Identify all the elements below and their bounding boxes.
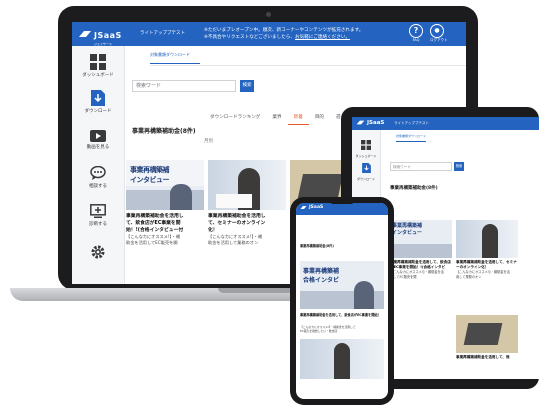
- logo-icon: [79, 31, 91, 37]
- card-tags: 【こんなカにオススメ!】・補助金を活 用して業務のオン: [456, 270, 510, 279]
- tablet-content-card[interactable]: 事業再構築補 インタビュー 事業再構築補助金を活用して、飲食店 がEC事業を開始…: [390, 220, 452, 279]
- tablet-breadcrumb[interactable]: 対象書類ダウンロード: [396, 134, 427, 142]
- content-card[interactable]: 事業再構築補 インタビュー 事業再構築補助金を活用し て、飲食店がEC事業を開 …: [126, 160, 204, 246]
- tab-industry[interactable]: 業界: [266, 114, 287, 125]
- tablet-search-input[interactable]: 検索ワード: [390, 162, 452, 171]
- chat-icon: [90, 166, 106, 180]
- monitor-icon: [90, 204, 106, 218]
- card-title: 事業再構築補助金を活用し て、セミナーのオンライン 化！: [208, 214, 266, 233]
- notice-line-1: ※ただいまプレオープン中。順次、新コーナーやコンテンツが拡充されます。: [204, 28, 364, 33]
- sidebar-item-settings[interactable]: [72, 244, 124, 260]
- phone-card-thumbnail-2[interactable]: [300, 339, 384, 379]
- tab-purpose[interactable]: 目的: [309, 114, 330, 125]
- sidebar-item-diagnose[interactable]: 診断する: [72, 204, 124, 227]
- app-name: ライトアッププテスト: [140, 31, 185, 36]
- grid-icon: [90, 54, 106, 70]
- search-button[interactable]: 検索: [240, 80, 254, 92]
- tablet-content-card[interactable]: 事業再構築補助金を活用して、セミナ ーのオンライン化！ 【こんなカにオススメ!】…: [456, 220, 518, 279]
- thumbnail-subheading: 合格インタビ: [303, 277, 340, 284]
- faq-label: FAQ: [412, 38, 420, 42]
- phone-top-bar: JSaaS: [296, 203, 388, 215]
- section-title: 事業再構築補助金(8件): [132, 128, 196, 135]
- logo-icon: [356, 120, 365, 125]
- gear-icon: [91, 245, 105, 259]
- sidebar: ダッシュボード ダウンロード 動画を見る 相談する 診断する: [72, 46, 125, 284]
- notice-banner: ※ただいまプレオープン中。順次、新コーナーやコンテンツが拡充されます。 ※不具合…: [204, 27, 404, 41]
- card-thumbnail: [208, 160, 286, 210]
- phone-screen: JSaaS 事業再構築補助金(8件) 事業再構築補 合格インタビ 事業再構築補助…: [296, 203, 388, 399]
- logout-label: ログアウト: [430, 38, 448, 42]
- sidebar-item-dashboard[interactable]: ダッシュボード: [72, 54, 124, 78]
- sidebar-item-video[interactable]: 動画を見る: [72, 130, 124, 150]
- phone-section-title: 事業再構築補助金(8件): [300, 244, 334, 248]
- phone-logo[interactable]: JSaaS: [300, 205, 323, 210]
- sidebar-item-consult[interactable]: 相談する: [72, 166, 124, 189]
- thumbnail-heading: 事業再構築補: [392, 223, 423, 229]
- sidebar-item-download[interactable]: ダウンロード: [72, 90, 124, 114]
- tab-new[interactable]: 新着: [287, 114, 309, 125]
- tablet-logo[interactable]: JSaaS: [356, 119, 384, 126]
- logo-subtext: ジェイサース: [94, 41, 112, 46]
- phone-card-thumbnail[interactable]: 事業再構築補 合格インタビ: [300, 261, 384, 309]
- sidebar-item-label: 相談する: [89, 184, 107, 189]
- thumbnail-heading: 事業再構築補: [303, 268, 340, 275]
- sidebar-item-download[interactable]: ダウンロード: [352, 158, 380, 181]
- download-icon: [91, 90, 105, 106]
- card-title: 事業再構築補助金を活用して、既: [456, 355, 510, 359]
- card-tags: 【こんなカにオススメ!】・補 助金を活用してEC販売を開: [126, 234, 181, 245]
- phone-card-title: 事業再構築補助金を活用して、飲食店がEC事業を開始！: [300, 313, 381, 317]
- sort-label[interactable]: 月別: [204, 138, 213, 144]
- card-tags: 【こんなカにオススメ!】・補 助金を活用して業務のオン: [208, 234, 263, 245]
- thumbnail-heading: 事業再構築補 インタビュー: [130, 166, 170, 184]
- logo-icon: [300, 206, 307, 209]
- top-bar: JSaaS ジェイサース ライトアッププテスト ※ただいまプレオープン中。順次、…: [72, 22, 466, 46]
- sidebar-item-label: ダウンロード: [356, 177, 375, 181]
- grid-icon: [361, 140, 371, 150]
- tablet-top-bar: JSaaS ライトアッププテスト: [352, 117, 539, 130]
- content-card[interactable]: 事業再構築補助金を活用し て、セミナーのオンライン 化！ 【こんなカにオススメ!…: [208, 160, 286, 246]
- card-thumbnail: [456, 315, 518, 353]
- faq-button[interactable]: ? FAQ: [409, 24, 423, 42]
- logo[interactable]: JSaaS ジェイサース: [78, 27, 122, 46]
- tablet-content-card[interactable]: 事業再構築補助金を活用して、既: [456, 315, 518, 360]
- tab-ranking[interactable]: ダウンロードランキング: [204, 114, 266, 125]
- card-tags: 【こんなカにオススメ!】・補助金を活 用してEC販売を開: [390, 270, 444, 279]
- thumbnail-subheading: インタビュー: [392, 230, 423, 236]
- tablet-section-title: 事業再構築補助金(8件): [390, 186, 438, 191]
- tablet-search-button[interactable]: 検索: [454, 162, 464, 171]
- breadcrumb[interactable]: 対象書類ダウンロード: [150, 52, 200, 64]
- sidebar-item-label: ダッシュボード: [82, 73, 114, 78]
- notice-line-2: ※不具合やリクエストなどございましたら、: [204, 35, 295, 40]
- card-thumbnail: 事業再構築補 インタビュー: [126, 160, 204, 210]
- logo-text: JSaaS: [367, 119, 385, 126]
- contact-link[interactable]: お気軽にご連絡ください。: [295, 35, 350, 40]
- card-thumbnail: 事業再構築補 インタビュー: [390, 220, 452, 258]
- tab-bar: ダウンロードランキング 業界 新着 目的 週: [204, 114, 347, 125]
- sidebar-item-label: 動画を見る: [86, 145, 110, 150]
- download-icon: [361, 163, 371, 173]
- logout-button[interactable]: ● ログアウト: [430, 24, 448, 43]
- card-title: 事業再構築補助金を活用して、セミナ ーのオンライン化！: [456, 260, 517, 269]
- video-icon: [90, 130, 106, 142]
- sidebar-item-label: 診断する: [89, 222, 107, 227]
- logo-text: JSaaS: [309, 205, 324, 210]
- phone-notch: [330, 200, 354, 204]
- laptop-camera: [266, 12, 271, 17]
- logo-text: JSaaS: [94, 30, 122, 40]
- breadcrumb-divider: [150, 65, 466, 66]
- tablet-app-name: ライトアッププテスト: [394, 121, 429, 125]
- card-thumbnail: [456, 220, 518, 258]
- card-title: 事業再構築補助金を活用し て、飲食店がEC事業を開 始！!(合格インタビュー付: [126, 214, 184, 233]
- help-icon: ?: [409, 24, 423, 38]
- user-icon: ●: [430, 24, 444, 38]
- search-input[interactable]: [132, 80, 236, 92]
- phone-card-tags: 【こんなカにオススメ!】・補助金を活用して EC販売を開始したい・飲食店: [300, 325, 356, 333]
- sidebar-item-dashboard[interactable]: ダッシュボード: [352, 135, 380, 158]
- card-title: 事業再構築補助金を活用して、飲食店 がEC事業を開始！!(合格インタビ: [390, 260, 451, 269]
- sidebar-item-label: ダウンロード: [84, 109, 112, 114]
